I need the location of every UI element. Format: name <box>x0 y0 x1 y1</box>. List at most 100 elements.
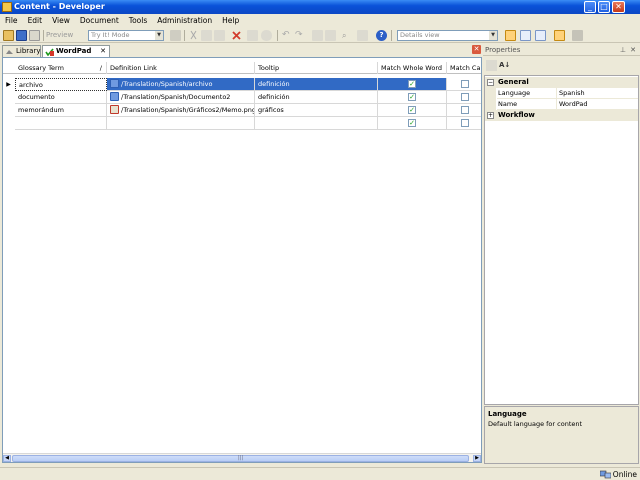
cell-tooltip[interactable] <box>255 117 378 130</box>
cell-match-case[interactable] <box>447 104 481 117</box>
cell-glossary-term[interactable]: memorándum <box>15 104 107 117</box>
scroll-left-icon[interactable]: ◀ <box>3 455 11 462</box>
match-whole-word-checkbox[interactable]: ✓ <box>408 80 416 88</box>
description-text: Default language for content <box>488 420 583 428</box>
property-row[interactable]: Name WordPad <box>485 99 638 110</box>
menu-file[interactable]: File <box>0 14 23 25</box>
cut-icon[interactable] <box>188 30 199 41</box>
menu-tools[interactable]: Tools <box>124 14 152 25</box>
tab-wordpad[interactable]: WordPad ✕ <box>42 45 110 57</box>
cell-glossary-term[interactable]: documento <box>15 91 107 104</box>
redo-icon[interactable]: ↷ <box>295 30 306 41</box>
close-document-button[interactable]: ✕ <box>472 45 481 54</box>
cell-match-whole-word[interactable]: ✓ <box>378 78 447 91</box>
mode-select[interactable]: Try It! Mode ▼ <box>88 30 164 41</box>
cell-match-case[interactable] <box>447 91 481 104</box>
categorized-icon[interactable] <box>486 60 497 71</box>
status-bar: Online <box>0 467 640 480</box>
cell-match-case[interactable] <box>447 117 481 130</box>
table-row[interactable]: ▶ archivo /Translation/Spanish/archivo d… <box>3 78 481 91</box>
match-case-checkbox[interactable] <box>461 80 469 88</box>
delete-icon[interactable] <box>231 30 242 41</box>
menu-help[interactable]: Help <box>217 14 244 25</box>
maximize-button[interactable]: □ <box>598 1 610 13</box>
match-case-checkbox[interactable] <box>461 119 469 127</box>
cell-tooltip[interactable]: definición <box>255 78 378 91</box>
cell-match-whole-word[interactable]: ✓ <box>378 117 447 130</box>
collapse-icon[interactable]: − <box>487 79 494 86</box>
menu-edit[interactable]: Edit <box>23 14 48 25</box>
outdent-icon[interactable] <box>325 30 336 41</box>
cell-tooltip[interactable]: definición <box>255 91 378 104</box>
link-icon[interactable] <box>261 30 272 41</box>
cell-definition-link[interactable]: /Translation/Spanish/Gráficos2/Memo.png <box>107 104 255 117</box>
cell-definition-link[interactable]: /Translation/Spanish/archivo <box>107 78 255 91</box>
undo-icon[interactable]: ↶ <box>282 30 293 41</box>
help-icon[interactable]: ? <box>376 30 387 41</box>
scroll-right-icon[interactable]: ▶ <box>473 455 481 462</box>
menu-document[interactable]: Document <box>75 14 124 25</box>
glossary-grid: Glossary Term / Definition Link Tooltip M… <box>2 57 482 463</box>
match-case-checkbox[interactable] <box>461 106 469 114</box>
menu-administration[interactable]: Administration <box>152 14 217 25</box>
find-icon[interactable]: ⌕ <box>342 30 353 41</box>
properties-pane-icon[interactable] <box>554 30 565 41</box>
cell-glossary-term[interactable] <box>15 117 107 130</box>
indent-icon[interactable] <box>312 30 323 41</box>
cell-match-case[interactable] <box>447 78 481 91</box>
match-case-checkbox[interactable] <box>461 93 469 101</box>
open-folder-icon[interactable] <box>3 30 14 41</box>
print-preview-icon[interactable] <box>29 30 40 41</box>
checkmark-icon <box>45 48 54 56</box>
details-view-icon[interactable] <box>505 30 516 41</box>
column-header-definition-link[interactable]: Definition Link <box>107 62 255 74</box>
column-header-tooltip[interactable]: Tooltip <box>255 62 378 74</box>
toolbar-separator <box>277 30 278 41</box>
cell-tooltip[interactable]: gráficos <box>255 104 378 117</box>
refresh-icon[interactable] <box>572 30 583 41</box>
table-row[interactable]: documento /Translation/Spanish/Documento… <box>3 91 481 104</box>
category-general[interactable]: − General <box>485 77 638 88</box>
library-icon <box>6 50 13 54</box>
match-whole-word-checkbox[interactable]: ✓ <box>408 119 416 127</box>
table-row-new[interactable]: ✓ <box>3 117 481 130</box>
column-header-match-case[interactable]: Match Ca <box>447 62 481 74</box>
match-whole-word-checkbox[interactable]: ✓ <box>408 106 416 114</box>
category-workflow[interactable]: + Workflow <box>485 110 638 121</box>
column-header-match-whole-word[interactable]: Match Whole Word <box>378 62 447 74</box>
close-tab-icon[interactable]: ✕ <box>100 46 106 57</box>
cell-match-whole-word[interactable]: ✓ <box>378 91 447 104</box>
paste-icon[interactable] <box>214 30 225 41</box>
filter-icon[interactable] <box>357 30 368 41</box>
preview-button[interactable]: Preview <box>46 30 73 41</box>
match-whole-word-checkbox[interactable]: ✓ <box>408 93 416 101</box>
minimize-button[interactable]: _ <box>584 1 596 13</box>
columns-view-icon[interactable] <box>535 30 546 41</box>
table-row[interactable]: memorándum /Translation/Spanish/Gráficos… <box>3 104 481 117</box>
pin-icon[interactable]: ⊥ <box>620 44 626 56</box>
close-icon[interactable]: ✕ <box>630 44 636 56</box>
horizontal-scrollbar[interactable]: ◀ ||| ▶ <box>3 453 481 462</box>
properties-icon[interactable] <box>247 30 258 41</box>
save-icon[interactable] <box>16 30 27 41</box>
close-button[interactable]: ✕ <box>612 1 625 13</box>
property-row[interactable]: Language Spanish <box>485 88 638 99</box>
column-header-glossary-term[interactable]: Glossary Term / <box>15 62 107 74</box>
expand-icon[interactable]: + <box>487 112 494 119</box>
property-value[interactable]: WordPad <box>557 99 638 110</box>
tab-library[interactable]: Library <box>2 45 41 57</box>
split-view-icon[interactable] <box>520 30 531 41</box>
record-icon[interactable] <box>170 30 181 41</box>
menu-view[interactable]: View <box>47 14 75 25</box>
copy-icon[interactable] <box>201 30 212 41</box>
cell-definition-link[interactable] <box>107 117 255 130</box>
sort-alphabetical-icon[interactable]: A↓ <box>499 60 510 71</box>
cell-match-whole-word[interactable]: ✓ <box>378 104 447 117</box>
scrollbar-thumb[interactable]: ||| <box>12 455 469 462</box>
view-select[interactable]: Details view ▼ <box>397 30 498 41</box>
cell-glossary-term[interactable]: archivo <box>15 78 107 91</box>
cell-definition-link[interactable]: /Translation/Spanish/Documento2 <box>107 91 255 104</box>
mode-select-value: Try It! Mode <box>91 31 130 39</box>
toolbar-separator <box>43 30 44 41</box>
property-value[interactable]: Spanish <box>557 88 638 99</box>
